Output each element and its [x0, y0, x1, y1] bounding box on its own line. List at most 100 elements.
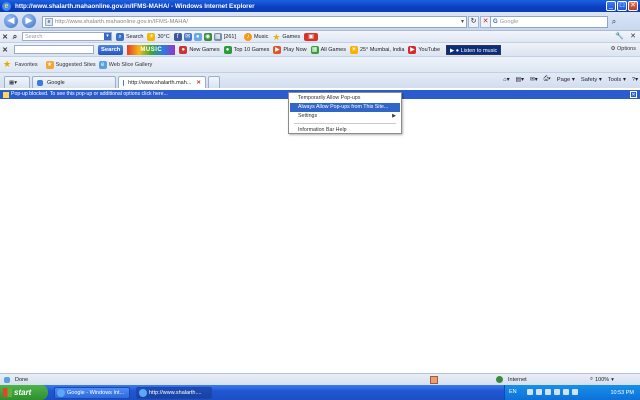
- tab-close-icon[interactable]: ✕: [196, 80, 201, 86]
- tab-shalarth[interactable]: http://www.shalarth.mah... ✕: [118, 76, 206, 88]
- command-bar: ⌂▾ ▤▾ ✉▾ ⎙▾ Page ▾ Safety ▾ Tools ▾ ?▾: [503, 76, 638, 83]
- tray-icon-extra[interactable]: [572, 389, 578, 395]
- all-games-icon: ▦: [310, 45, 319, 54]
- menu-item-always-allow[interactable]: Always Allow Pop-ups from This Site...: [290, 103, 400, 112]
- internet-globe-icon: [496, 376, 503, 383]
- search-icon[interactable]: ⌕: [608, 16, 620, 28]
- web-slice-gallery-link[interactable]: e Web Slice Gallery: [98, 60, 152, 69]
- tray-icon-security[interactable]: [545, 389, 551, 395]
- safety-menu[interactable]: Safety ▾: [581, 77, 602, 83]
- taskbar-button-google[interactable]: Google - Windows Int...: [54, 386, 130, 399]
- tools-menu[interactable]: Tools ▾: [608, 77, 626, 83]
- menu-item-temporarily-allow[interactable]: Temporarily Allow Pop-ups: [290, 94, 400, 103]
- mail-cmd-icon[interactable]: ✉▾: [530, 77, 538, 83]
- tray-icon-volume[interactable]: [536, 389, 542, 395]
- new-tab-button[interactable]: [208, 76, 220, 88]
- taskbar-button-shalarth[interactable]: http://www.shalarth....: [136, 386, 212, 399]
- temperature-label: 30°C: [157, 33, 170, 40]
- chat-icon[interactable]: ●: [193, 32, 202, 41]
- options-button[interactable]: ⚙ Options: [611, 46, 636, 52]
- security-zone[interactable]: Internet: [496, 376, 527, 383]
- music-logo[interactable]: MUSIC: [127, 44, 176, 55]
- toolbar2-search-button[interactable]: Search: [98, 44, 124, 55]
- weather-button[interactable]: ☀ 25° Mumbai, India: [350, 45, 404, 54]
- print-icon[interactable]: ⎙▾: [544, 76, 551, 83]
- quick-tabs-icon: ▦▾: [9, 79, 17, 86]
- toolbar2-close-icon[interactable]: ✕: [0, 46, 10, 54]
- minimize-button[interactable]: _: [606, 1, 616, 11]
- counter-icon[interactable]: ▦: [213, 32, 222, 41]
- page-menu[interactable]: Page ▾: [557, 77, 575, 83]
- address-dropdown-icon[interactable]: ▾: [461, 18, 464, 25]
- tab-google[interactable]: Google: [32, 76, 116, 88]
- close-button[interactable]: ✕: [628, 1, 638, 11]
- wrench-icon[interactable]: 🔧: [615, 32, 624, 40]
- help-icon[interactable]: ?▾: [632, 77, 638, 83]
- youtube-button[interactable]: ▶ YouTube: [408, 45, 441, 54]
- start-button[interactable]: start: [0, 385, 48, 400]
- menu-item-settings[interactable]: Settings ▶: [290, 112, 400, 121]
- clock[interactable]: 10:53 PM: [610, 390, 634, 396]
- app-badge-icon: ▣: [304, 32, 319, 41]
- zoom-label: 100%: [595, 376, 610, 383]
- facebook-icon[interactable]: f: [173, 32, 182, 41]
- page-icon: e: [45, 18, 53, 26]
- all-games-button[interactable]: ▦ All Games: [310, 45, 346, 54]
- menu-separator: [294, 123, 396, 124]
- address-bar[interactable]: e http://www.shalarth.mahaonline.gov.in/…: [42, 16, 467, 28]
- toolbar2-search-input[interactable]: [14, 45, 94, 54]
- favorites-star-icon[interactable]: ★: [3, 60, 12, 69]
- toolbar-search-button[interactable]: ⌕ Search: [116, 32, 144, 41]
- tray-icons: [527, 389, 578, 395]
- toolbar-search-icon[interactable]: ⌕: [10, 32, 20, 42]
- music-item[interactable]: ♪ Music: [243, 32, 268, 41]
- play-now-icon: ▶: [273, 45, 282, 54]
- toolbar-search-label: Search: [126, 33, 144, 40]
- tray-icon-network[interactable]: [527, 389, 533, 395]
- language-indicator[interactable]: EN: [509, 389, 517, 395]
- submenu-arrow-icon: ▶: [392, 113, 396, 119]
- weather-item[interactable]: ☀ 30°C: [147, 32, 170, 41]
- listen-music-button[interactable]: ▶ ● Listen to music: [446, 44, 502, 55]
- refresh-button[interactable]: ↻: [468, 16, 479, 28]
- suggested-sites-link[interactable]: ★ Suggested Sites: [45, 60, 96, 69]
- games-label: Games: [282, 33, 301, 40]
- maximize-button[interactable]: □: [617, 1, 627, 11]
- toolbar-close-icon[interactable]: ✕: [0, 33, 10, 41]
- youtube-label: YouTube: [418, 46, 441, 53]
- all-games-label: All Games: [320, 46, 346, 53]
- home-icon[interactable]: ⌂▾: [503, 77, 509, 83]
- extra-toolbar-item[interactable]: ▣: [304, 32, 320, 41]
- status-text: Done: [15, 376, 29, 383]
- play-now-button[interactable]: ▶ Play Now: [273, 45, 307, 54]
- new-games-button[interactable]: ● New Games: [179, 45, 220, 54]
- globe-icon[interactable]: ◉: [203, 32, 212, 41]
- info-bar-shield-icon: [3, 91, 9, 98]
- feeds-icon[interactable]: ▤▾: [515, 77, 523, 83]
- toolbar-search-input[interactable]: Search ▾: [22, 32, 112, 41]
- favorites-label: Favorites: [15, 61, 38, 68]
- toolbar-close-right-icon[interactable]: ✕: [630, 32, 636, 40]
- zoom-control[interactable]: ⌕ 100% ▾: [590, 376, 614, 383]
- tray-icon-update[interactable]: [554, 389, 560, 395]
- google-tab-icon: [37, 79, 43, 86]
- tray-icon-misc[interactable]: [563, 389, 569, 395]
- toolbar-search-dropdown-icon[interactable]: ▾: [104, 33, 111, 40]
- menu-item-info-bar-help[interactable]: Information Bar Help: [290, 126, 400, 135]
- suggested-sites-label: Suggested Sites: [55, 61, 96, 68]
- music-icon: ♪: [243, 32, 252, 41]
- zoom-icon: ⌕: [590, 376, 594, 382]
- popup-blocked-icon[interactable]: [430, 376, 438, 384]
- back-button[interactable]: ◀: [4, 14, 18, 28]
- ie-task-icon: [57, 388, 65, 397]
- top-games-button[interactable]: ● Top 10 Games: [223, 45, 269, 54]
- forward-button[interactable]: ▶: [22, 14, 36, 28]
- quick-tabs-button[interactable]: ▦▾: [4, 76, 30, 88]
- browser-search-box[interactable]: G Google ⌕: [490, 16, 616, 28]
- favorites-button[interactable]: Favorites: [15, 62, 38, 68]
- games-item[interactable]: ★ Games: [272, 32, 301, 41]
- new-games-icon: ●: [179, 45, 188, 54]
- system-tray: EN 10:53 PM: [504, 385, 640, 400]
- mail-icon[interactable]: ✉: [183, 32, 192, 41]
- info-bar-close-icon[interactable]: ✕: [630, 91, 637, 98]
